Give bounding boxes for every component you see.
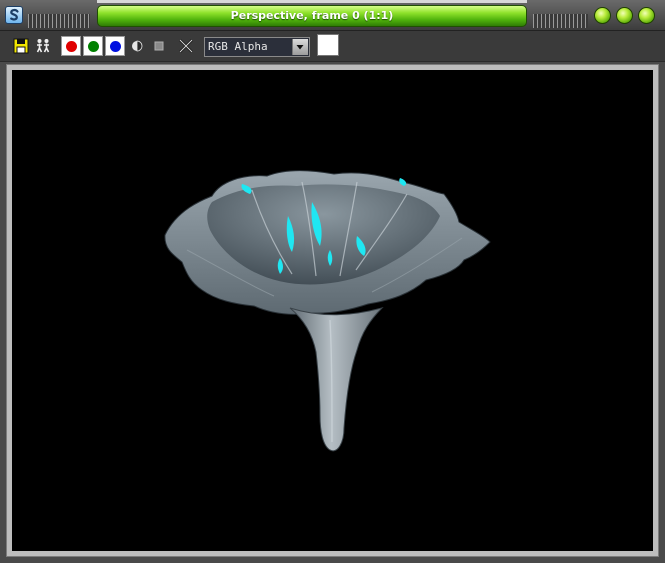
green-channel-button[interactable] xyxy=(83,36,103,56)
title-bar[interactable]: Perspective, frame 0 (1:1) xyxy=(0,0,665,31)
maximize-button[interactable] xyxy=(616,7,633,24)
close-button[interactable] xyxy=(638,7,655,24)
app-logo-icon[interactable] xyxy=(5,6,23,24)
save-icon[interactable] xyxy=(11,36,31,56)
monochrome-icon[interactable] xyxy=(127,36,147,56)
channel-select-value: RGB Alpha xyxy=(208,40,268,53)
minimize-button[interactable] xyxy=(594,7,611,24)
flower-render-image xyxy=(164,170,491,452)
red-channel-icon xyxy=(66,41,77,52)
channel-select[interactable]: RGB Alpha xyxy=(204,37,310,57)
clone-icon[interactable] xyxy=(33,36,53,56)
clear-icon[interactable] xyxy=(176,36,196,56)
render-frame xyxy=(6,64,659,557)
chevron-down-icon[interactable] xyxy=(292,39,308,55)
alpha-icon[interactable] xyxy=(149,36,169,56)
red-channel-button[interactable] xyxy=(61,36,81,56)
rendered-frame-window: Perspective, frame 0 (1:1) RGB Alpha xyxy=(0,0,665,563)
green-channel-icon xyxy=(88,41,99,52)
title-grip-right xyxy=(533,14,588,28)
blue-channel-button[interactable] xyxy=(105,36,125,56)
blue-channel-icon xyxy=(110,41,121,52)
flower-stem xyxy=(289,307,384,452)
background-color-swatch[interactable] xyxy=(317,34,339,56)
render-canvas xyxy=(12,70,653,551)
title-top-edge xyxy=(97,0,527,3)
window-title: Perspective, frame 0 (1:1) xyxy=(97,5,527,27)
frame-toolbar: RGB Alpha xyxy=(0,31,665,62)
title-grip-left xyxy=(28,14,90,28)
